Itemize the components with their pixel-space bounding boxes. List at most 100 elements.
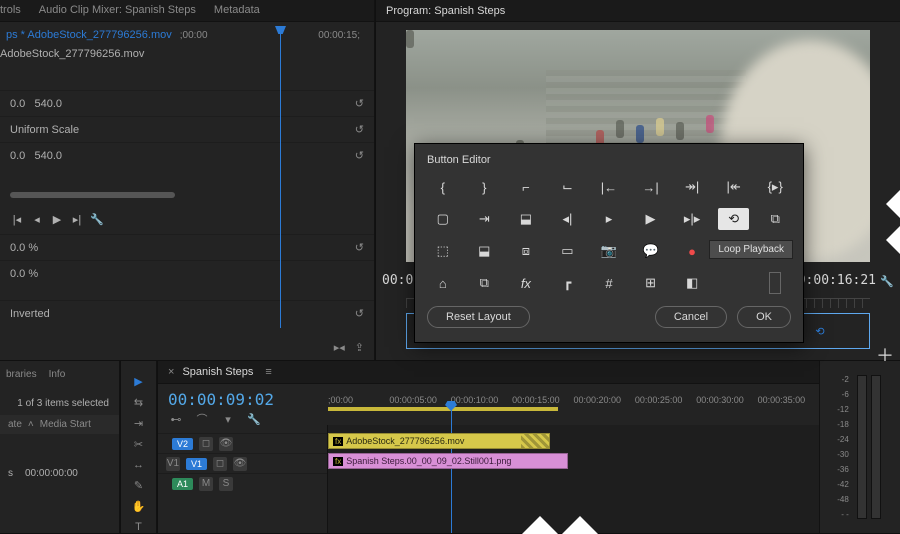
col-media-start[interactable]: Media Start — [40, 419, 91, 430]
play-in-out-icon[interactable]: {▸} — [759, 176, 791, 198]
ec-playhead[interactable] — [280, 30, 281, 328]
ec-row-anchor[interactable]: 0.0 540.0 ↺ — [0, 142, 374, 168]
razor-tool-icon[interactable]: ✂ — [130, 438, 148, 451]
multicam-icon[interactable]: ⧉ — [759, 208, 791, 230]
reset-icon[interactable]: ↺ — [355, 241, 364, 254]
prev-keyframe-icon[interactable]: ◂ — [30, 212, 44, 226]
ok-button[interactable]: OK — [737, 306, 791, 328]
type-tool-icon[interactable]: T — [130, 521, 148, 533]
source-patch-v1[interactable]: V1 — [166, 457, 180, 471]
solo-icon[interactable]: S — [219, 477, 233, 491]
record-icon[interactable]: ● — [676, 240, 708, 262]
timeline-body: V2 ◻ 👁 V1 V1 ◻ 👁 A1 M S ;00:00 00:00:05:… — [158, 425, 819, 533]
guides-icon[interactable]: # — [593, 272, 625, 294]
loop-playback-icon[interactable]: ⟲ — [718, 208, 750, 230]
play-icon[interactable]: ▶ — [635, 208, 667, 230]
work-area-bar[interactable] — [328, 407, 558, 411]
track-header-v2[interactable]: V2 ◻ 👁 — [158, 433, 327, 453]
mark-out-icon[interactable]: } — [469, 176, 501, 198]
extract-icon[interactable]: ⬓ — [469, 240, 501, 262]
toggle-track-output-icon[interactable]: ◻ — [199, 437, 213, 451]
proxy-icon[interactable]: ⧉ — [469, 272, 501, 294]
reset-layout-button[interactable]: Reset Layout — [427, 306, 530, 328]
tab-info[interactable]: Info — [49, 369, 66, 380]
tab-effect-controls[interactable]: trols — [0, 4, 21, 18]
play-around-icon[interactable]: ▸|▸ — [676, 208, 708, 230]
loop-playback-icon[interactable]: ⟲ — [812, 323, 828, 339]
reset-icon[interactable]: ↺ — [355, 307, 364, 320]
empty-slot-icon[interactable] — [769, 272, 781, 294]
clip-video-v2[interactable]: fx AdobeStock_277796256.mov — [328, 433, 550, 449]
clip-video-v1[interactable]: fx Spanish Steps.00_00_09_02.Still001.pn… — [328, 453, 568, 469]
go-to-out-icon[interactable]: →| — [635, 176, 667, 198]
audio-meter-right[interactable] — [871, 375, 881, 519]
ripple-edit-icon[interactable]: ⇥ — [130, 417, 148, 430]
ec-row-opacity1[interactable]: 0.0 % ↺ — [0, 234, 374, 260]
toggle-track-output-icon[interactable]: ◻ — [213, 457, 227, 471]
audio-meter-left[interactable] — [857, 375, 867, 519]
mark-selection-icon[interactable]: ⌙ — [552, 176, 584, 198]
ec-slider[interactable] — [10, 192, 175, 198]
ec-row-uniform-scale[interactable]: Uniform Scale ↺ — [0, 116, 374, 142]
snapshot-icon[interactable]: 📷 — [593, 240, 625, 262]
mark-in-icon[interactable]: { — [427, 176, 459, 198]
export-frame-icon[interactable]: ▭ — [552, 240, 584, 262]
empty-cell — [718, 272, 750, 294]
insert-icon[interactable]: ⇥ — [469, 208, 501, 230]
track-header-v1[interactable]: V1 V1 ◻ 👁 — [158, 453, 327, 473]
keyframe-icon[interactable]: ▸◂ — [334, 341, 345, 354]
fx-icon[interactable]: fx — [510, 272, 542, 294]
go-next-edit-icon[interactable]: ↠| — [676, 176, 708, 198]
play-stop-icon[interactable]: ▸ — [593, 208, 625, 230]
track-select-icon[interactable]: ⇆ — [130, 396, 148, 409]
play-icon[interactable]: ▶ — [50, 212, 64, 226]
ec-row-position[interactable]: 0.0 540.0 ↺ — [0, 90, 374, 116]
lift-icon[interactable]: ⬚ — [427, 240, 459, 262]
safe-margins-icon[interactable]: ▢ — [427, 208, 459, 230]
closed-caption-icon[interactable]: ⌂ — [427, 272, 459, 294]
vr-icon[interactable]: ⊞ — [635, 272, 667, 294]
col-framerate[interactable]: ate — [8, 419, 22, 430]
mark-clip-icon[interactable]: ⌐ — [510, 176, 542, 198]
timeline-ruler[interactable]: ;00:00 00:00:05:00 00:00:10:00 00:00:15:… — [328, 395, 819, 407]
track-header-a1[interactable]: A1 M S — [158, 473, 327, 493]
go-first-keyframe-icon[interactable]: |◂ — [10, 212, 24, 226]
toggle-track-lock-icon[interactable]: 👁 — [233, 457, 247, 471]
sort-asc-icon[interactable]: ˄ — [28, 419, 34, 430]
toggle-track-lock-icon[interactable]: 👁 — [219, 437, 233, 451]
ec-row-opacity2[interactable]: 0.0 % — [0, 260, 374, 286]
go-prev-edit-icon[interactable]: |↞ — [718, 176, 750, 198]
overlay-icon[interactable]: ⧈ — [510, 240, 542, 262]
step-back-icon[interactable]: ◂| — [552, 208, 584, 230]
export-icon[interactable]: ⇪ — [355, 341, 364, 354]
mute-icon[interactable]: M — [199, 477, 213, 491]
next-keyframe-icon[interactable]: ▸| — [70, 212, 84, 226]
close-icon[interactable]: × — [168, 366, 174, 378]
ruler-icon[interactable]: ┏ — [552, 272, 584, 294]
tab-metadata[interactable]: Metadata — [214, 4, 260, 18]
reset-icon[interactable]: ↺ — [355, 123, 364, 136]
go-to-in-icon[interactable]: |← — [593, 176, 625, 198]
cancel-button[interactable]: Cancel — [655, 306, 727, 328]
settings-icon[interactable]: 🔧 — [90, 212, 104, 226]
program-tab[interactable]: Program: Spanish Steps — [376, 0, 900, 22]
tab-audio-clip-mixer[interactable]: Audio Clip Mixer: Spanish Steps — [39, 4, 196, 18]
reset-icon[interactable]: ↺ — [355, 149, 364, 162]
overwrite-icon[interactable]: ⬓ — [510, 208, 542, 230]
panel-menu-icon[interactable]: ≡ — [265, 366, 271, 378]
slip-tool-icon[interactable]: ↔ — [130, 459, 148, 471]
project-columns[interactable]: ate ˄ Media Start — [0, 415, 119, 434]
timeline-playhead[interactable] — [451, 407, 452, 533]
hand-tool-icon[interactable]: ✋ — [130, 500, 148, 513]
project-row[interactable]: s 00:00:00:00 — [0, 458, 119, 489]
selection-tool-icon[interactable]: ▶ — [130, 375, 148, 388]
ec-mini-clip[interactable]: AdobeStock_277796256.mov — [0, 48, 374, 60]
pen-tool-icon[interactable]: ✎ — [130, 479, 148, 492]
settings-icon[interactable]: 🔧 — [880, 275, 894, 288]
timeline-sequence-tab[interactable]: Spanish Steps — [182, 366, 253, 378]
comparison-icon[interactable]: ◧ — [676, 272, 708, 294]
comments-icon[interactable]: 💬 — [635, 240, 667, 262]
ec-row-inverted[interactable]: Inverted ↺ — [0, 300, 374, 326]
tab-libraries[interactable]: braries — [6, 369, 37, 380]
reset-icon[interactable]: ↺ — [355, 97, 364, 110]
